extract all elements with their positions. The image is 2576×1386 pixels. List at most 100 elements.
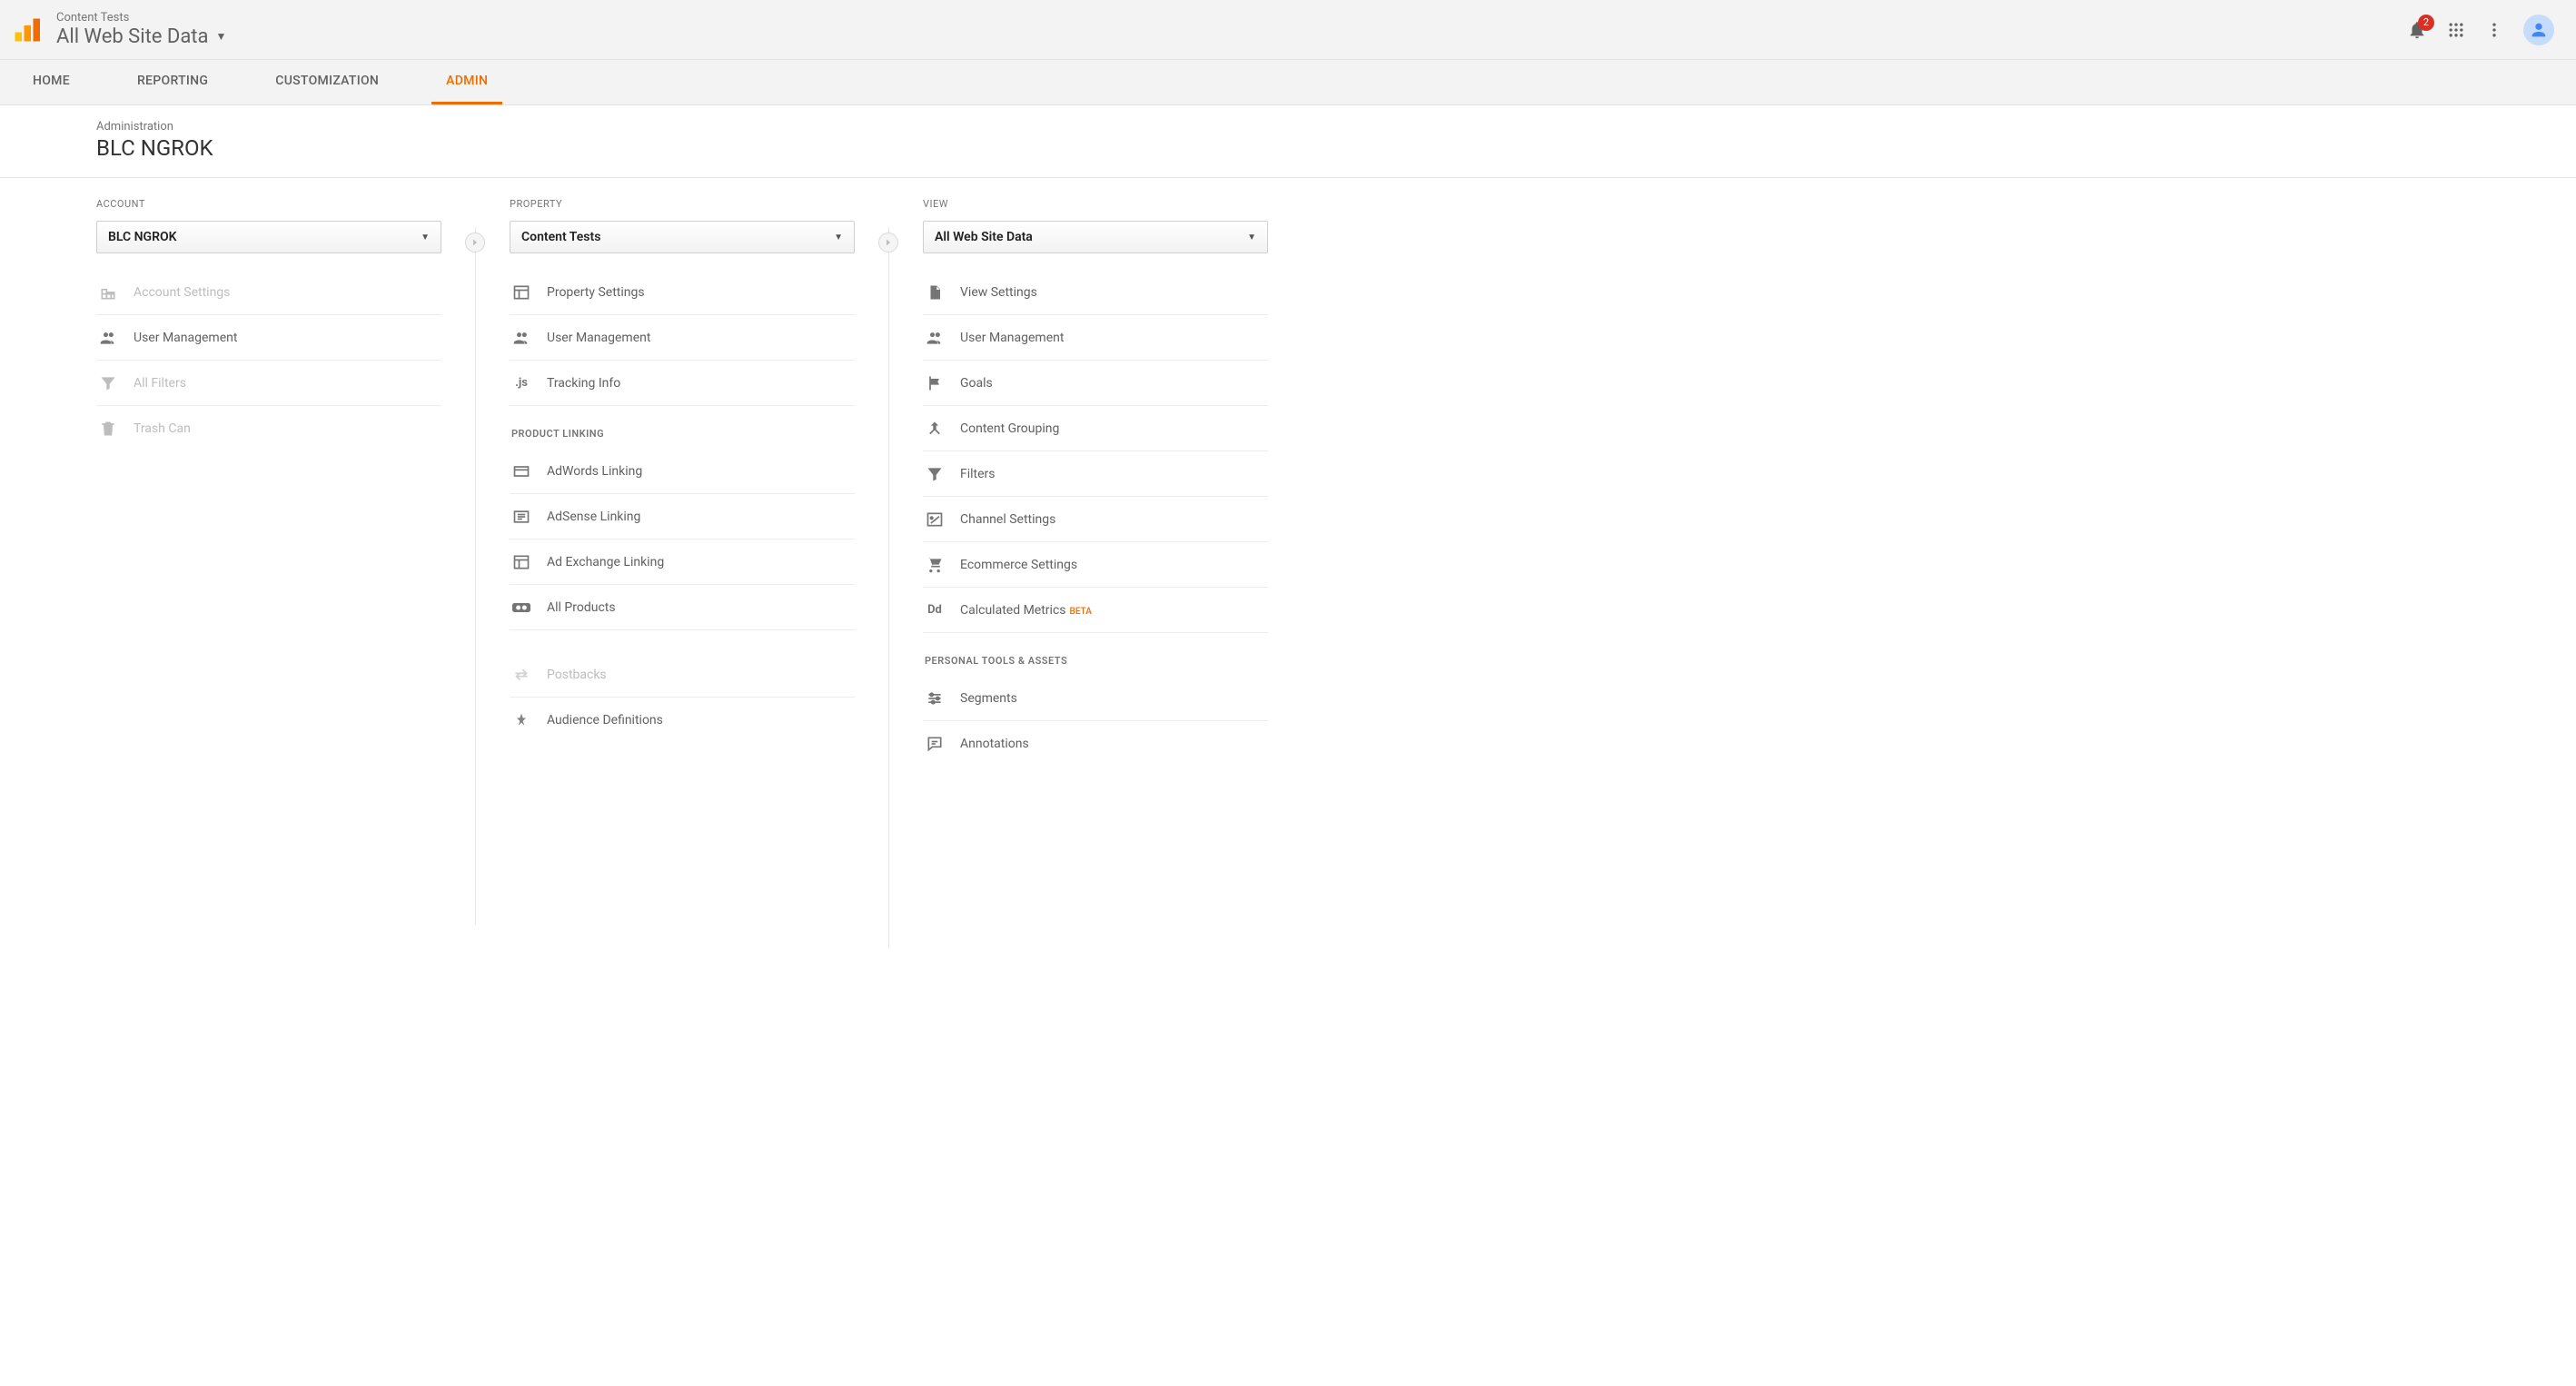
- menu-label: View Settings: [960, 285, 1037, 300]
- tab-reporting[interactable]: REPORTING: [123, 60, 223, 104]
- users-icon: [925, 329, 945, 347]
- notifications-button[interactable]: 2: [2407, 20, 2427, 40]
- menu-audience-definitions[interactable]: Audience Definitions: [510, 698, 855, 743]
- header-right: 2: [2407, 15, 2554, 45]
- caret-down-icon: ▼: [421, 233, 430, 243]
- menu-adsense-linking[interactable]: AdSense Linking: [510, 494, 855, 540]
- page-heading: Administration BLC NGROK: [0, 105, 2576, 178]
- menu-property-settings[interactable]: Property Settings: [510, 270, 855, 315]
- notification-badge: 2: [2418, 15, 2434, 31]
- card-icon: [511, 462, 531, 480]
- header-subtitle: Content Tests: [56, 11, 226, 25]
- menu-label: Postbacks: [547, 668, 607, 682]
- arrow-right-icon: [465, 233, 485, 252]
- menu-label: AdSense Linking: [547, 510, 640, 524]
- menu-view-settings[interactable]: View Settings: [923, 270, 1268, 315]
- menu-all-filters[interactable]: All Filters: [96, 361, 441, 406]
- menu-all-products[interactable]: All Products: [510, 585, 855, 630]
- arrow-right-icon: [878, 233, 898, 252]
- merge-icon: [925, 420, 945, 438]
- property-column-label: PROPERTY: [510, 198, 855, 210]
- menu-channel-settings[interactable]: Channel Settings: [923, 497, 1268, 542]
- top-header: Content Tests All Web Site Data ▼ 2: [0, 0, 2576, 60]
- menu-adwords-linking[interactable]: AdWords Linking: [510, 449, 855, 494]
- menu-content-grouping[interactable]: Content Grouping: [923, 406, 1268, 451]
- channel-icon: [925, 510, 945, 529]
- property-select[interactable]: Content Tests ▼: [510, 221, 855, 253]
- menu-label: Annotations: [960, 737, 1029, 751]
- menu-label: Filters: [960, 467, 996, 481]
- page-title: BLC NGROK: [96, 135, 2576, 161]
- menu-postbacks[interactable]: Postbacks: [510, 652, 855, 698]
- menu-label: Account Settings: [134, 285, 230, 300]
- view-select[interactable]: All Web Site Data ▼: [923, 221, 1268, 253]
- column-divider: [888, 227, 889, 948]
- caret-down-icon: ▼: [1247, 233, 1256, 243]
- menu-label: Channel Settings: [960, 512, 1055, 527]
- funnel-icon: [98, 374, 118, 392]
- menu-label: All Products: [547, 600, 616, 615]
- user-avatar[interactable]: [2523, 15, 2554, 45]
- dd-icon: Dd: [925, 603, 945, 617]
- tab-customization[interactable]: CUSTOMIZATION: [261, 60, 393, 104]
- menu-property-user-management[interactable]: User Management: [510, 315, 855, 361]
- account-column-label: ACCOUNT: [96, 198, 441, 210]
- tabs-row: HOME REPORTING CUSTOMIZATION ADMIN: [0, 60, 2576, 105]
- menu-label: User Management: [547, 331, 650, 345]
- menu-account-settings[interactable]: Account Settings: [96, 270, 441, 315]
- menu-segments[interactable]: Segments: [923, 676, 1268, 721]
- apps-grid-icon[interactable]: [2447, 21, 2465, 39]
- menu-view-user-management[interactable]: User Management: [923, 315, 1268, 361]
- menu-calculated-metrics[interactable]: Dd Calculated MetricsBETA: [923, 588, 1268, 633]
- file-icon: [925, 283, 945, 302]
- users-icon: [98, 329, 118, 347]
- js-icon: .js: [511, 376, 531, 390]
- menu-ad-exchange-linking[interactable]: Ad Exchange Linking: [510, 540, 855, 585]
- menu-label: Calculated MetricsBETA: [960, 603, 1092, 618]
- menu-label: User Management: [960, 331, 1064, 345]
- menu-label: Goals: [960, 376, 993, 391]
- sliders-icon: [925, 689, 945, 708]
- tab-home[interactable]: HOME: [18, 60, 84, 104]
- dropdown-caret-icon: ▼: [215, 30, 226, 43]
- menu-label: User Management: [134, 331, 237, 345]
- menu-ecommerce-settings[interactable]: Ecommerce Settings: [923, 542, 1268, 588]
- layout-icon: [511, 283, 531, 302]
- branch-icon: [511, 711, 531, 729]
- header-left: Content Tests All Web Site Data ▼: [13, 11, 226, 48]
- tab-admin[interactable]: ADMIN: [431, 60, 502, 104]
- comment-icon: [925, 735, 945, 753]
- menu-account-user-management[interactable]: User Management: [96, 315, 441, 361]
- menu-label: Ecommerce Settings: [960, 558, 1077, 572]
- view-column-label: VIEW: [923, 198, 1268, 210]
- account-select-value: BLC NGROK: [108, 230, 177, 244]
- breadcrumb: Administration: [96, 120, 2576, 134]
- title-block[interactable]: Content Tests All Web Site Data ▼: [56, 11, 226, 48]
- account-select[interactable]: BLC NGROK ▼: [96, 221, 441, 253]
- link-icon: [511, 600, 531, 615]
- menu-filters[interactable]: Filters: [923, 451, 1268, 497]
- more-menu-icon[interactable]: [2485, 21, 2503, 39]
- menu-label: AdWords Linking: [547, 464, 642, 479]
- building-icon: [98, 283, 118, 302]
- section-personal-tools: PERSONAL TOOLS & ASSETS: [923, 633, 1268, 676]
- view-column: VIEW All Web Site Data ▼ View Settings U…: [923, 198, 1268, 767]
- menu-trash-can[interactable]: Trash Can: [96, 406, 441, 451]
- layout-icon: [511, 553, 531, 571]
- view-select-value: All Web Site Data: [935, 230, 1033, 244]
- funnel-icon: [925, 465, 945, 483]
- trash-icon: [98, 420, 118, 438]
- flag-icon: [925, 374, 945, 392]
- menu-goals[interactable]: Goals: [923, 361, 1268, 406]
- section-product-linking: PRODUCT LINKING: [510, 406, 855, 449]
- caret-down-icon: ▼: [834, 233, 843, 243]
- cart-icon: [925, 556, 945, 574]
- menu-annotations[interactable]: Annotations: [923, 721, 1268, 767]
- account-column: ACCOUNT BLC NGROK ▼ Account Settings Use…: [96, 198, 441, 451]
- view-menu: View Settings User Management Goals Cont…: [923, 270, 1268, 767]
- column-divider: [475, 227, 476, 925]
- beta-badge: BETA: [1070, 607, 1092, 617]
- header-title-text: All Web Site Data: [56, 25, 208, 48]
- account-menu: Account Settings User Management All Fil…: [96, 270, 441, 451]
- menu-tracking-info[interactable]: .js Tracking Info: [510, 361, 855, 406]
